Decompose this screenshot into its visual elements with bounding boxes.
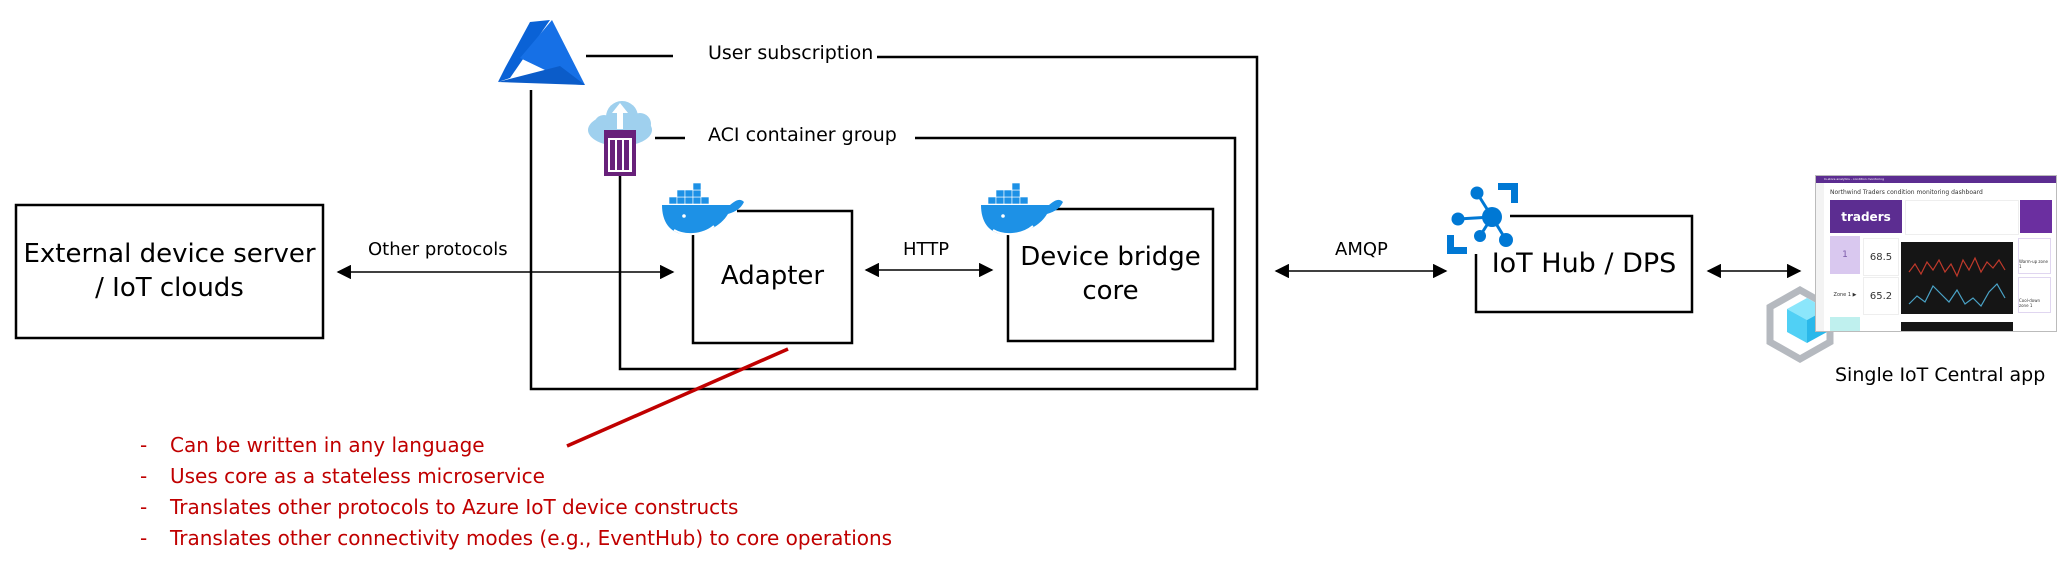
adapter-note: - Translates other protocols to Azure IoT… xyxy=(140,492,892,523)
dashboard-title: Northwind Traders condition monitoring d… xyxy=(1830,189,1983,196)
azure-logo-icon xyxy=(498,20,585,85)
adapter-note: - Translates other connectivity modes (e.… xyxy=(140,523,892,554)
iot-central-dashboard-thumbnail: In-store analytics - condition monitorin… xyxy=(1815,175,2057,332)
dashboard-zone2-tile xyxy=(1830,317,1860,331)
temperature-series xyxy=(1908,256,2006,278)
aci-group-label: ACI container group xyxy=(708,124,897,146)
aci-container-icon xyxy=(588,101,652,176)
adapter-notes-list: - Can be written in any language - Uses co… xyxy=(140,430,892,554)
dashboard-brand-tile: traders xyxy=(1830,200,1902,233)
dashboard-cooldown-card: Cool-down zone 1 xyxy=(2018,277,2051,313)
device-bridge-core-label: Device bridge core xyxy=(1020,242,1201,306)
amqp-label: AMQP xyxy=(1335,239,1388,260)
adapter-note-text: Translates other protocols to Azure IoT … xyxy=(170,495,739,519)
bullet-dash: - xyxy=(140,495,148,519)
dashboard-warmup-card: Warm-up zone 1 xyxy=(2018,238,2051,274)
dashboard-zone-tile: 1 xyxy=(1830,236,1860,274)
dashboard-temperature: 68.5 xyxy=(1863,238,1899,276)
adapter-note-text: Can be written in any language xyxy=(170,433,485,457)
iot-central-label: Single IoT Central app xyxy=(1835,364,2046,386)
dashboard-store-grid xyxy=(1905,200,2019,235)
dashboard-line-chart xyxy=(1901,242,2013,314)
dashboard-humidity: 65.2 xyxy=(1863,277,1899,315)
dashboard-sidebar xyxy=(1816,183,1824,331)
dashboard-zone-label: Zone 1 ▶ xyxy=(1833,292,1857,298)
dashboard-checkout-tile xyxy=(2020,200,2052,233)
iot-hub-label: IoT Hub / DPS xyxy=(1491,248,1677,280)
bullet-dash: - xyxy=(140,464,148,488)
other-protocols-label: Other protocols xyxy=(368,239,508,260)
bullet-dash: - xyxy=(140,433,148,457)
bullet-dash: - xyxy=(140,526,148,550)
http-label: HTTP xyxy=(903,239,950,260)
subscription-group-label: User subscription xyxy=(708,42,874,64)
adapter-note-text: Translates other connectivity modes (e.g… xyxy=(170,526,893,550)
adapter-note: - Uses core as a stateless microservice xyxy=(140,461,892,492)
external-device-server-label: External device server / IoT clouds xyxy=(23,238,316,303)
adapter-note: - Can be written in any language xyxy=(140,430,892,461)
adapter-note-text: Uses core as a stateless microservice xyxy=(170,464,545,488)
dashboard-app-bar: In-store analytics - condition monitorin… xyxy=(1816,176,2056,183)
humidity-series xyxy=(1908,283,2006,307)
dashboard-line-chart-2 xyxy=(1901,322,2013,331)
adapter-label: Adapter xyxy=(720,261,825,292)
